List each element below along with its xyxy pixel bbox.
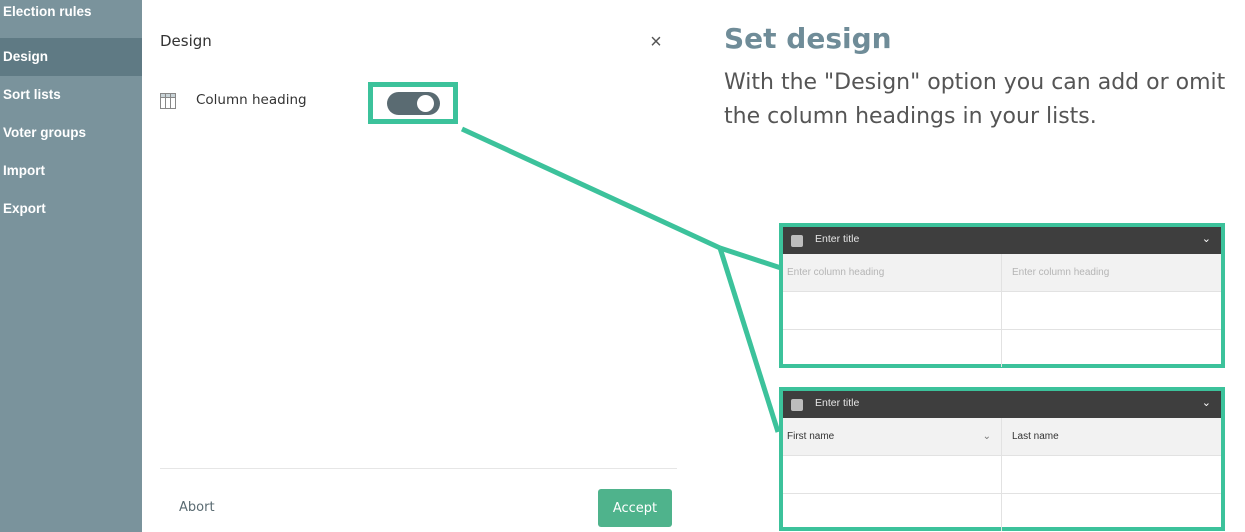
- toggle-knob: [417, 95, 434, 112]
- sidebar-item-voter-groups[interactable]: Voter groups: [0, 114, 142, 152]
- table-cell: [783, 456, 1002, 493]
- explain-description: With the "Design" option you can add or …: [724, 70, 1226, 129]
- abort-button[interactable]: Abort: [179, 500, 215, 515]
- checkbox-icon: [791, 399, 803, 411]
- column-heading-first-name: First name ⌄: [783, 418, 1002, 455]
- design-dialog: Design × Column heading Abort Accept: [142, 0, 692, 532]
- chevron-down-icon: ⌄: [1201, 397, 1211, 409]
- chevron-down-icon: ⌄: [1201, 233, 1211, 245]
- table-cell: [783, 494, 1002, 531]
- table-row: First name ⌄ Last name: [783, 418, 1221, 456]
- table-row: [783, 456, 1221, 494]
- dialog-footer-divider: [160, 468, 677, 469]
- list-title: Enter title: [815, 233, 860, 245]
- preview-list-named-headings: Enter title ⌄ First name ⌄ Last name: [779, 387, 1225, 531]
- table-cell: [1002, 456, 1221, 493]
- checkbox-icon: [791, 235, 803, 247]
- sidebar-item-sort-lists[interactable]: Sort lists: [0, 76, 142, 114]
- connector-line: [717, 247, 781, 433]
- dialog-title: Design: [160, 32, 212, 50]
- list-header-bar: Enter title ⌄: [783, 227, 1221, 254]
- close-icon[interactable]: ×: [646, 30, 666, 54]
- column-heading-text: First name: [787, 431, 835, 442]
- column-heading-label: Column heading: [196, 92, 307, 108]
- table-cell: [1002, 292, 1221, 329]
- table-row: Enter column heading Enter column headin…: [783, 254, 1221, 292]
- table-row: [783, 292, 1221, 330]
- sidebar-item-export[interactable]: Export: [0, 190, 142, 228]
- preview-list-placeholder-headings: Enter title ⌄ Enter column heading Enter…: [779, 223, 1225, 368]
- table-row: [783, 330, 1221, 367]
- connector-line: [719, 245, 782, 271]
- table-grid-icon: [160, 93, 176, 109]
- table-cell: [1002, 330, 1221, 367]
- list-title: Enter title: [815, 397, 860, 409]
- table-cell: [783, 330, 1002, 367]
- sidebar-item-design[interactable]: Design: [0, 38, 142, 76]
- explain-headline: Set design: [724, 22, 892, 55]
- sidebar: Election rules Design Sort lists Voter g…: [0, 0, 142, 532]
- column-heading-toggle[interactable]: [387, 92, 440, 115]
- table-cell: [1002, 494, 1221, 531]
- chevron-down-icon: ⌄: [982, 431, 991, 442]
- table-cell: [783, 292, 1002, 329]
- list-header-bar: Enter title ⌄: [783, 391, 1221, 418]
- accept-button[interactable]: Accept: [598, 489, 672, 527]
- column-heading-placeholder: Enter column heading: [783, 254, 1002, 291]
- sidebar-item-election-rules[interactable]: Election rules: [0, 0, 142, 38]
- sidebar-item-import[interactable]: Import: [0, 152, 142, 190]
- column-heading-last-name: Last name: [1012, 431, 1059, 442]
- column-heading-placeholder: Enter column heading: [1012, 267, 1110, 278]
- table-row: [783, 494, 1221, 531]
